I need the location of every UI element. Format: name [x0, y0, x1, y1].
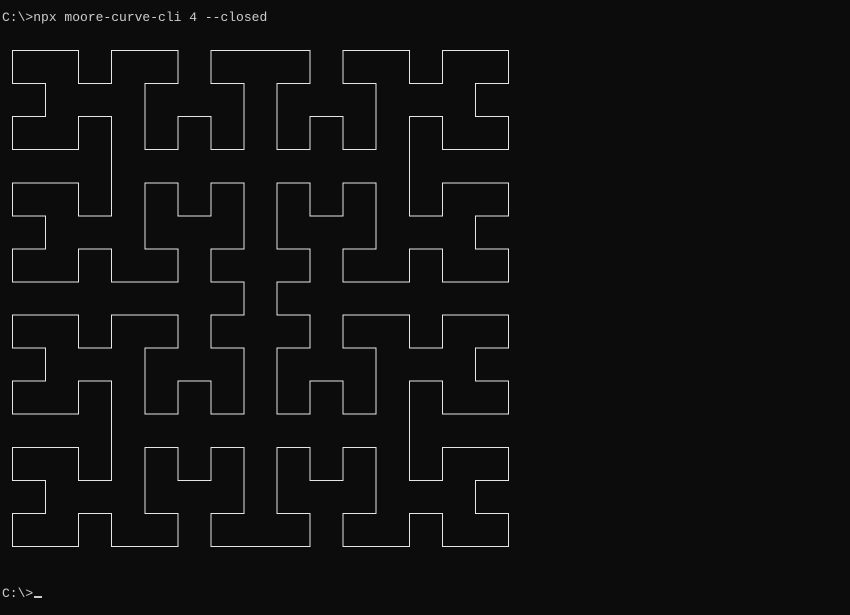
moore-curve-output [12, 50, 509, 547]
text-cursor [34, 596, 43, 598]
final-prompt: C:\> [2, 586, 34, 601]
prompt-line[interactable]: C:\> [2, 586, 43, 602]
terminal-window[interactable]: C:\>npx moore-curve-cli 4 --closed C:\> [0, 0, 850, 615]
moore-curve-path [12, 50, 509, 547]
